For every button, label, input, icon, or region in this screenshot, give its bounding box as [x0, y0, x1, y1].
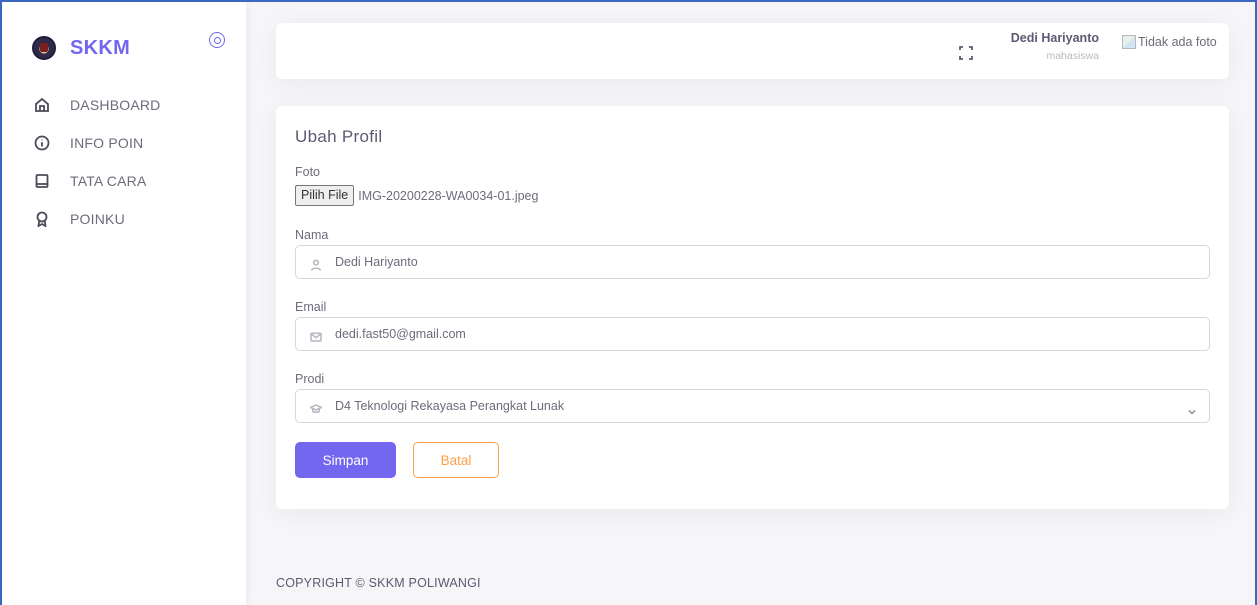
- avatar-alt-text: Tidak ada foto: [1138, 35, 1217, 49]
- fullscreen-icon[interactable]: [959, 45, 973, 60]
- nama-input[interactable]: Dedi Hariyanto: [295, 245, 1210, 279]
- sidebar-toggle-icon[interactable]: [209, 32, 225, 48]
- user-role: mahasiswa: [1046, 50, 1099, 62]
- sidebar-item-label: TATA CARA: [70, 173, 147, 189]
- sidebar-nav: DASHBOARD INFO POIN TATA CARA POINKU: [34, 86, 160, 238]
- prodi-select[interactable]: D4 Teknologi Rekayasa Perangkat Lunak: [295, 389, 1210, 423]
- sidebar-item-label: INFO POIN: [70, 135, 144, 151]
- user-name[interactable]: Dedi Hariyanto: [1011, 31, 1099, 45]
- email-label: Email: [295, 300, 327, 314]
- sidebar-item-poinku[interactable]: POINKU: [34, 200, 160, 238]
- nama-value: Dedi Hariyanto: [335, 255, 418, 269]
- nama-label: Nama: [295, 228, 329, 242]
- file-input: Pilih File IMG-20200228-WA0034-01.jpeg: [295, 185, 538, 206]
- logo: [32, 36, 56, 60]
- email-input[interactable]: dedi.fast50@gmail.com: [295, 317, 1210, 351]
- page-title: Ubah Profil: [295, 127, 383, 146]
- award-icon: [34, 211, 50, 228]
- selected-file-name: IMG-20200228-WA0034-01.jpeg: [358, 188, 539, 203]
- graduation-cap-icon: [308, 400, 324, 414]
- email-value: dedi.fast50@gmail.com: [335, 327, 466, 341]
- top-navbar: Dedi Hariyanto mahasiswa Tidak ada foto: [276, 23, 1229, 79]
- profile-form-card: Ubah Profil Foto Pilih File IMG-20200228…: [276, 106, 1229, 509]
- book-icon: [34, 173, 50, 189]
- chevron-down-icon: [1187, 402, 1197, 415]
- save-button[interactable]: Simpan: [295, 442, 396, 478]
- foto-label: Foto: [295, 165, 321, 179]
- mail-icon: [310, 328, 322, 342]
- sidebar: SKKM DASHBOARD INFO POIN TATA CARA POINK…: [2, 2, 246, 605]
- prodi-value: D4 Teknologi Rekayasa Perangkat Lunak: [335, 399, 565, 413]
- sidebar-item-info-poin[interactable]: INFO POIN: [34, 124, 160, 162]
- avatar[interactable]: Tidak ada foto: [1122, 35, 1217, 49]
- brand-name: SKKM: [70, 36, 131, 59]
- prodi-label: Prodi: [295, 372, 325, 386]
- cancel-button[interactable]: Batal: [413, 442, 499, 478]
- broken-image-icon: [1122, 35, 1136, 49]
- brand[interactable]: SKKM: [32, 36, 130, 60]
- sidebar-item-tata-cara[interactable]: TATA CARA: [34, 162, 160, 200]
- sidebar-item-label: DASHBOARD: [70, 97, 161, 113]
- footer-copyright: COPYRIGHT © SKKM POLIWANGI: [276, 576, 481, 590]
- user-icon: [310, 256, 322, 271]
- sidebar-item-label: POINKU: [70, 211, 125, 227]
- info-icon: [34, 135, 50, 151]
- choose-file-button[interactable]: Pilih File: [295, 185, 355, 206]
- home-icon: [34, 97, 50, 113]
- sidebar-item-dashboard[interactable]: DASHBOARD: [34, 86, 160, 124]
